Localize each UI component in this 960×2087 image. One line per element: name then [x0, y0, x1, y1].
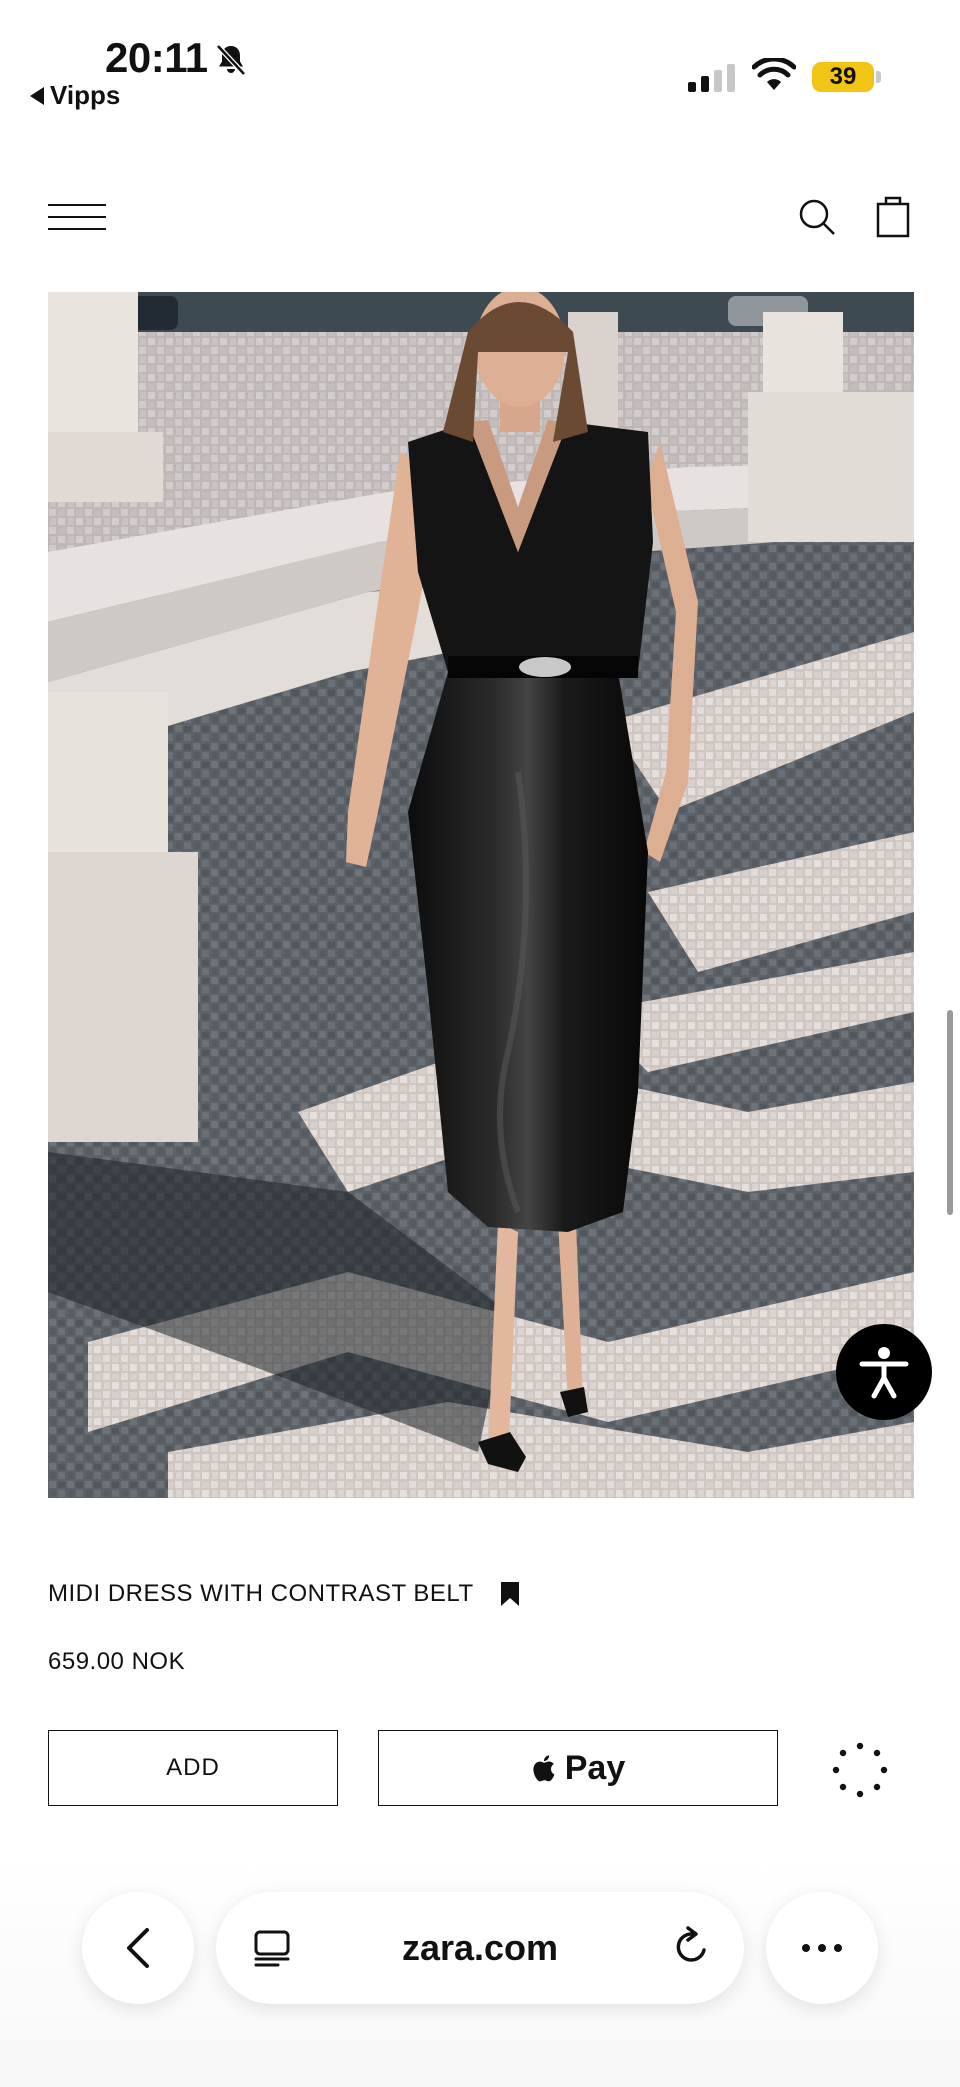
reload-icon[interactable] — [670, 1926, 712, 1968]
product-photo-illustration — [48, 292, 914, 1498]
more-icon[interactable] — [766, 1892, 878, 2004]
shopping-bag-icon[interactable] — [876, 194, 910, 238]
wifi-icon — [752, 58, 796, 90]
page-scrollbar[interactable] — [947, 1010, 953, 1215]
battery-icon: 39 — [812, 62, 874, 92]
apple-pay-button[interactable]: Pay — [378, 1730, 778, 1806]
bell-slash-icon — [216, 44, 246, 76]
battery-cap — [876, 71, 881, 83]
product-title-row: MIDI DRESS WITH CONTRAST BELT — [48, 1580, 520, 1608]
bookmark-icon[interactable] — [500, 1581, 520, 1607]
chevron-left-icon — [127, 1928, 149, 1968]
reader-icon[interactable] — [252, 1928, 292, 1968]
product-title: MIDI DRESS WITH CONTRAST BELT — [48, 1580, 474, 1607]
product-price: 659.00 NOK — [48, 1648, 186, 1675]
address-bar[interactable]: zara.com — [216, 1892, 744, 2004]
signal-icon — [688, 62, 735, 92]
status-bar: 20:11 Vipps 39 — [0, 0, 960, 120]
back-triangle-icon — [30, 86, 44, 105]
accessibility-button[interactable] — [836, 1324, 932, 1420]
browser-toolbar: zara.com — [0, 1860, 960, 2087]
url-text[interactable]: zara.com — [216, 1892, 744, 2004]
accessibility-icon — [859, 1347, 909, 1399]
product-photo[interactable] — [48, 292, 914, 1498]
browser-back-button[interactable] — [82, 1892, 194, 2004]
back-to-app-link[interactable]: Vipps — [30, 80, 120, 111]
add-to-cart-button[interactable]: ADD — [48, 1730, 338, 1806]
search-icon[interactable] — [796, 196, 838, 238]
hamburger-menu-icon[interactable] — [48, 204, 106, 234]
loading-spinner-icon — [832, 1742, 888, 1798]
site-header — [0, 180, 960, 250]
apple-logo-icon — [533, 1755, 555, 1782]
back-app-label: Vipps — [50, 80, 121, 110]
apple-pay-label: Pay — [564, 1748, 626, 1787]
status-time: 20:11 — [105, 34, 208, 81]
